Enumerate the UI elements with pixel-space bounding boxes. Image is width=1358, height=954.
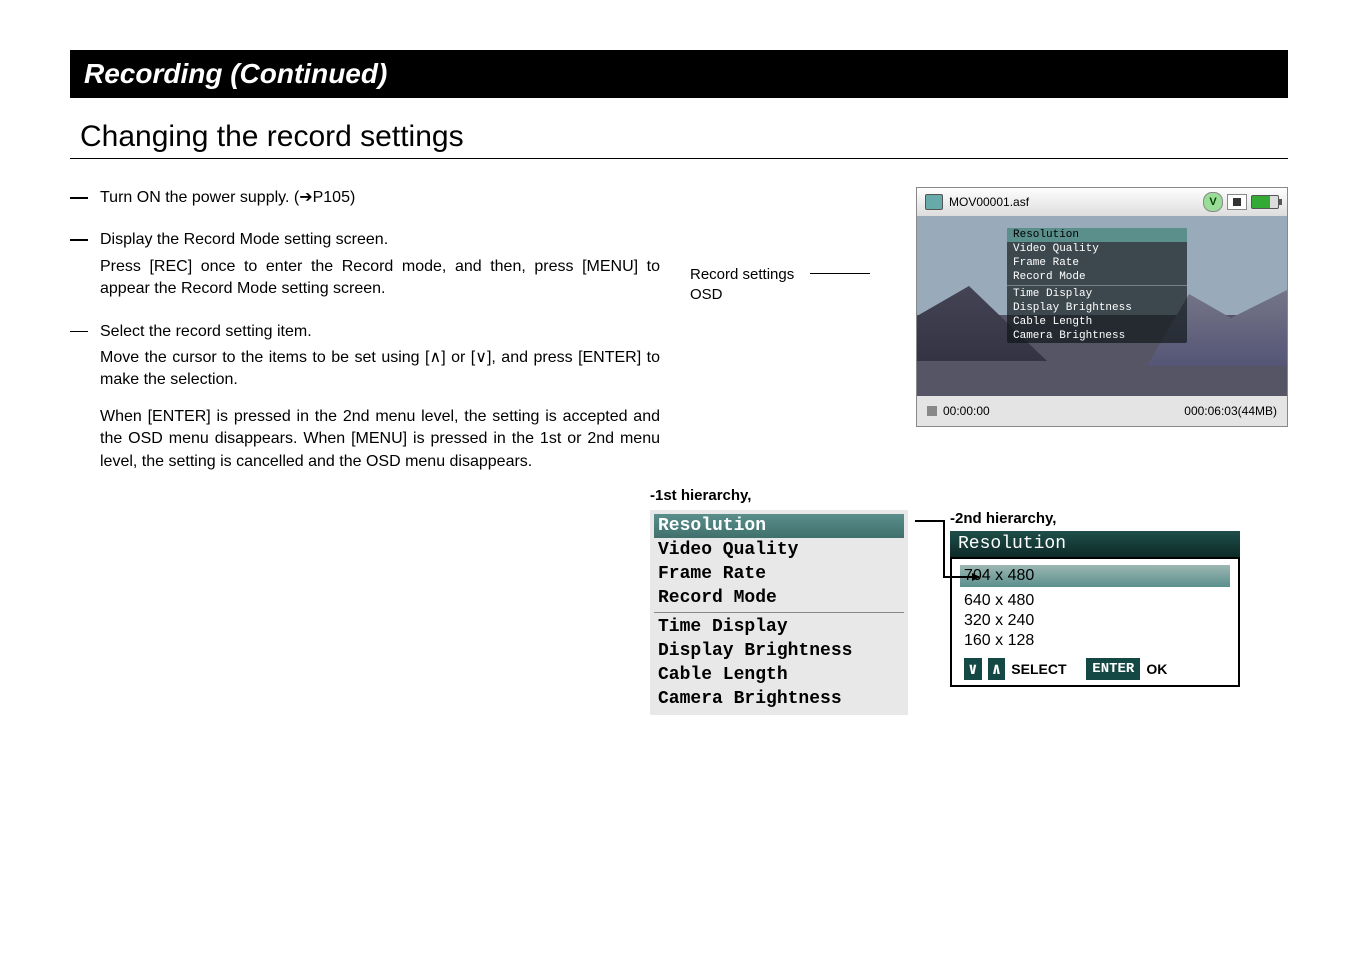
screenshot-titlebar: MOV00001.asf V: [917, 188, 1287, 216]
v-button-icon: V: [1203, 192, 1223, 212]
second-hierarchy-label: -2nd hierarchy,: [950, 510, 1240, 527]
record-indicator-icon: [927, 406, 937, 416]
step-title: Select the record setting item.: [100, 321, 660, 343]
osd-menu-item: Time Display: [1007, 287, 1187, 301]
osd-label: Record settings OSD: [690, 265, 794, 304]
step-desc: Press [REC] once to enter the Record mod…: [100, 256, 660, 301]
submenu-title: Resolution: [950, 531, 1240, 557]
menu-item: Resolution: [654, 514, 904, 538]
time-right: 000:06:03(44MB): [1184, 404, 1277, 418]
first-hierarchy-label: -1st hierarchy,: [650, 487, 1288, 504]
step-1: Turn ON the power supply. (➔P105): [100, 187, 660, 209]
first-hierarchy-menu: Resolution Video Quality Frame Rate Reco…: [650, 510, 908, 715]
step-3: Select the record setting item. Move the…: [100, 321, 660, 392]
ok-label: OK: [1146, 661, 1167, 677]
osd-label-line2: OSD: [690, 286, 723, 303]
hierarchy-diagram: -1st hierarchy, Resolution Video Quality…: [650, 487, 1288, 715]
screenshot-filename: MOV00001.asf: [949, 195, 1029, 209]
label-connector-line: [810, 273, 870, 274]
menu-item: Display Brightness: [654, 639, 904, 663]
up-key-icon: ∧: [988, 658, 1006, 680]
menu-item: Frame Rate: [654, 562, 904, 586]
steps-column: Turn ON the power supply. (➔P105) Displa…: [70, 187, 660, 473]
menu-item: Camera Brightness: [654, 687, 904, 711]
down-key-icon: ∨: [964, 658, 982, 680]
step-2: Display the Record Mode setting screen. …: [100, 229, 660, 300]
step-title: Display the Record Mode setting screen.: [100, 229, 660, 251]
osd-menu-item: Cable Length: [1007, 315, 1187, 329]
stop-icon: [1227, 194, 1247, 210]
submenu-option: 704 x 480: [960, 565, 1230, 587]
menu-item: Video Quality: [654, 538, 904, 562]
submenu-option: 160 x 128: [960, 631, 1230, 651]
screenshot-body: Resolution Video Quality Frame Rate Reco…: [917, 216, 1287, 396]
section-title: Changing the record settings: [80, 120, 1288, 154]
enter-key-icon: ENTER: [1086, 658, 1140, 680]
select-label: SELECT: [1011, 661, 1066, 677]
app-icon: [925, 194, 943, 210]
submenu-option: 640 x 480: [960, 591, 1230, 611]
step-desc: Move the cursor to the items to be set u…: [100, 347, 660, 392]
menu-item: Cable Length: [654, 663, 904, 687]
submenu-box: 704 x 480 640 x 480 320 x 240 160 x 128 …: [950, 557, 1240, 687]
osd-label-line1: Record settings: [690, 266, 794, 283]
note-text: When [ENTER] is pressed in the 2nd menu …: [100, 406, 660, 473]
osd-menu-item: Record Mode: [1007, 270, 1187, 284]
screenshot-footer: 00:00:00 000:06:03(44MB): [917, 396, 1287, 426]
battery-icon: [1251, 195, 1279, 209]
section-underline: [70, 158, 1288, 159]
osd-menu-item: Camera Brightness: [1007, 329, 1187, 343]
step-title: Turn ON the power supply. (➔P105): [100, 187, 660, 209]
menu-item: Record Mode: [654, 586, 904, 610]
submenu-option: 320 x 240: [960, 611, 1230, 631]
menu-item: Time Display: [654, 615, 904, 639]
time-left: 00:00:00: [943, 404, 990, 418]
osd-menu-item: Resolution: [1007, 228, 1187, 242]
osd-menu: Resolution Video Quality Frame Rate Reco…: [1007, 228, 1187, 343]
chapter-title: Recording (Continued): [70, 50, 1288, 98]
osd-menu-item: Frame Rate: [1007, 256, 1187, 270]
osd-menu-item: Display Brightness: [1007, 301, 1187, 315]
osd-menu-item: Video Quality: [1007, 242, 1187, 256]
record-settings-screenshot: MOV00001.asf V Resolution Video Quality: [916, 187, 1288, 427]
